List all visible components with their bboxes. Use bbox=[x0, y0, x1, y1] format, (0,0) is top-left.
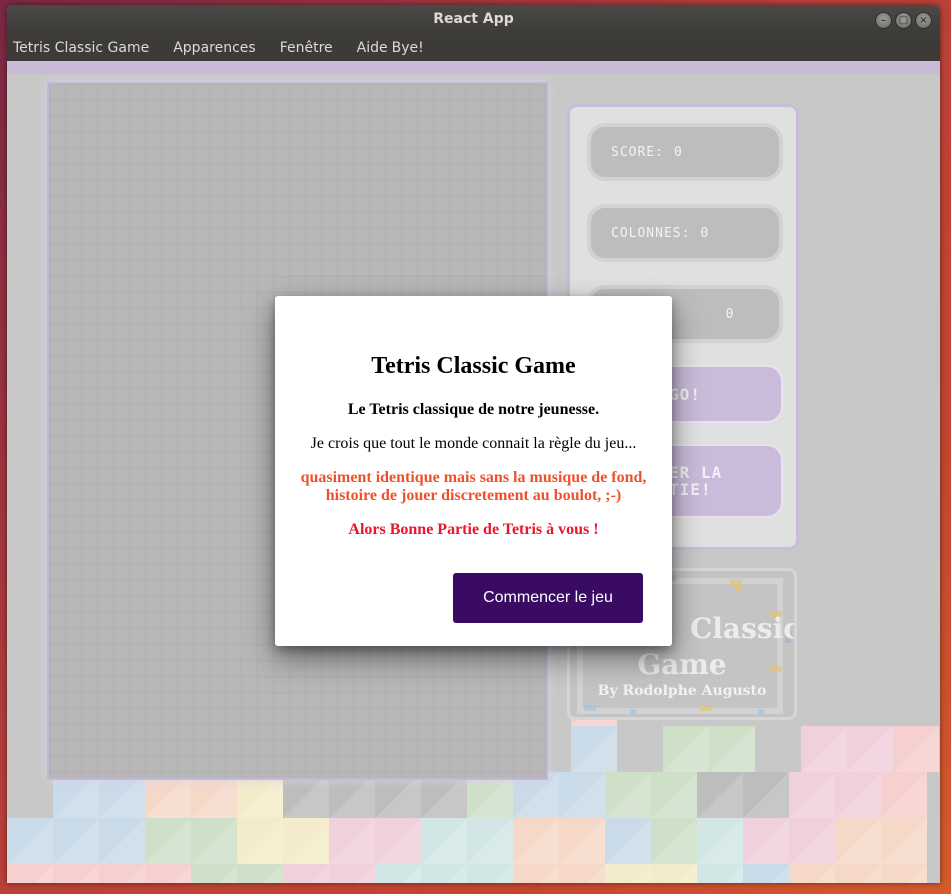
columns-label: COLONNES: bbox=[611, 225, 691, 241]
background-tile bbox=[801, 726, 847, 772]
background-tile bbox=[847, 726, 893, 772]
background-tile bbox=[651, 772, 697, 818]
background-tile bbox=[881, 818, 927, 864]
background-tile bbox=[145, 864, 191, 883]
score-value: 0 bbox=[673, 144, 683, 160]
background-tile bbox=[789, 864, 835, 883]
background-tile bbox=[893, 726, 939, 772]
background-tile bbox=[709, 726, 755, 772]
close-icon[interactable]: × bbox=[915, 12, 932, 29]
background-tile bbox=[605, 864, 651, 883]
menu-fenetre[interactable]: Fenêtre bbox=[280, 40, 333, 56]
background-tile bbox=[53, 864, 99, 883]
columns-display: COLONNES: 0 bbox=[587, 204, 783, 262]
background-tile bbox=[743, 818, 789, 864]
background-tile bbox=[53, 818, 99, 864]
background-tile bbox=[789, 772, 835, 818]
background-tile bbox=[513, 818, 559, 864]
background-tile bbox=[743, 772, 789, 818]
minimize-icon[interactable]: – bbox=[875, 12, 892, 29]
background-tile bbox=[237, 864, 283, 883]
start-game-dialog-button[interactable]: Commencer le jeu bbox=[453, 573, 643, 623]
background-tile bbox=[571, 726, 617, 772]
background-tile bbox=[559, 818, 605, 864]
background-tile bbox=[421, 864, 467, 883]
background-tile bbox=[605, 772, 651, 818]
background-tile bbox=[743, 864, 789, 883]
background-tile bbox=[559, 864, 605, 883]
background-tile bbox=[835, 864, 881, 883]
start-game-label: GO! bbox=[669, 384, 701, 404]
menu-tetris-classic-game[interactable]: Tetris Classic Game bbox=[13, 40, 149, 56]
window-title: React App bbox=[433, 11, 514, 27]
card-title-line2: Game bbox=[637, 648, 727, 681]
background-tile bbox=[467, 864, 513, 883]
maximize-icon[interactable]: □ bbox=[895, 12, 912, 29]
background-tile bbox=[283, 818, 329, 864]
background-tile bbox=[375, 818, 421, 864]
dialog-warning-text: quasiment identique mais sans la musique… bbox=[300, 469, 647, 504]
title-bar: React App – □ × bbox=[7, 5, 940, 34]
score-display: SCORE: 0 bbox=[587, 123, 783, 181]
background-tile bbox=[421, 818, 467, 864]
background-tile bbox=[7, 864, 53, 883]
background-tile bbox=[651, 864, 697, 883]
background-tile bbox=[191, 864, 237, 883]
top-strip bbox=[7, 61, 940, 74]
background-tile bbox=[835, 772, 881, 818]
score-label: SCORE: bbox=[611, 144, 664, 160]
background-tile bbox=[513, 864, 559, 883]
menu-bar: Tetris Classic Game Apparences Fenêtre A… bbox=[7, 34, 940, 61]
background-tile bbox=[99, 818, 145, 864]
dialog-subtitle: Le Tetris classique de notre jeunesse. bbox=[347, 401, 600, 418]
level-value: 0 bbox=[725, 306, 735, 322]
background-tile bbox=[835, 818, 881, 864]
background-tile bbox=[697, 864, 743, 883]
background-tile bbox=[467, 818, 513, 864]
welcome-dialog: Tetris Classic Game Le Tetris classique … bbox=[275, 296, 672, 646]
background-tile bbox=[697, 818, 743, 864]
background-tile bbox=[651, 818, 697, 864]
columns-value: 0 bbox=[700, 225, 710, 241]
dialog-title: Tetris Classic Game bbox=[371, 353, 576, 379]
menu-aide[interactable]: Aide bbox=[357, 40, 388, 56]
background-tile bbox=[329, 864, 375, 883]
background-tile bbox=[145, 818, 191, 864]
background-tile bbox=[559, 772, 605, 818]
menu-apparences[interactable]: Apparences bbox=[173, 40, 255, 56]
background-tile bbox=[881, 772, 927, 818]
background-tile bbox=[789, 818, 835, 864]
background-tile bbox=[329, 818, 375, 864]
dialog-rule-text: Je crois que tout le monde connait la rè… bbox=[310, 435, 637, 452]
background-tile bbox=[237, 818, 283, 864]
background-tile bbox=[663, 726, 709, 772]
background-tile bbox=[7, 818, 53, 864]
background-tile bbox=[881, 864, 927, 883]
background-tile bbox=[191, 818, 237, 864]
background-tile bbox=[605, 818, 651, 864]
background-tile bbox=[283, 864, 329, 883]
background-tile bbox=[697, 772, 743, 818]
window-controls: – □ × bbox=[875, 12, 932, 29]
background-tile bbox=[375, 864, 421, 883]
menu-bye[interactable]: Bye! bbox=[392, 40, 424, 56]
card-author: By Rodolphe Augusto bbox=[597, 683, 767, 699]
dialog-wish-text: Alors Bonne Partie de Tetris à vous ! bbox=[348, 521, 599, 538]
background-tile bbox=[99, 864, 145, 883]
